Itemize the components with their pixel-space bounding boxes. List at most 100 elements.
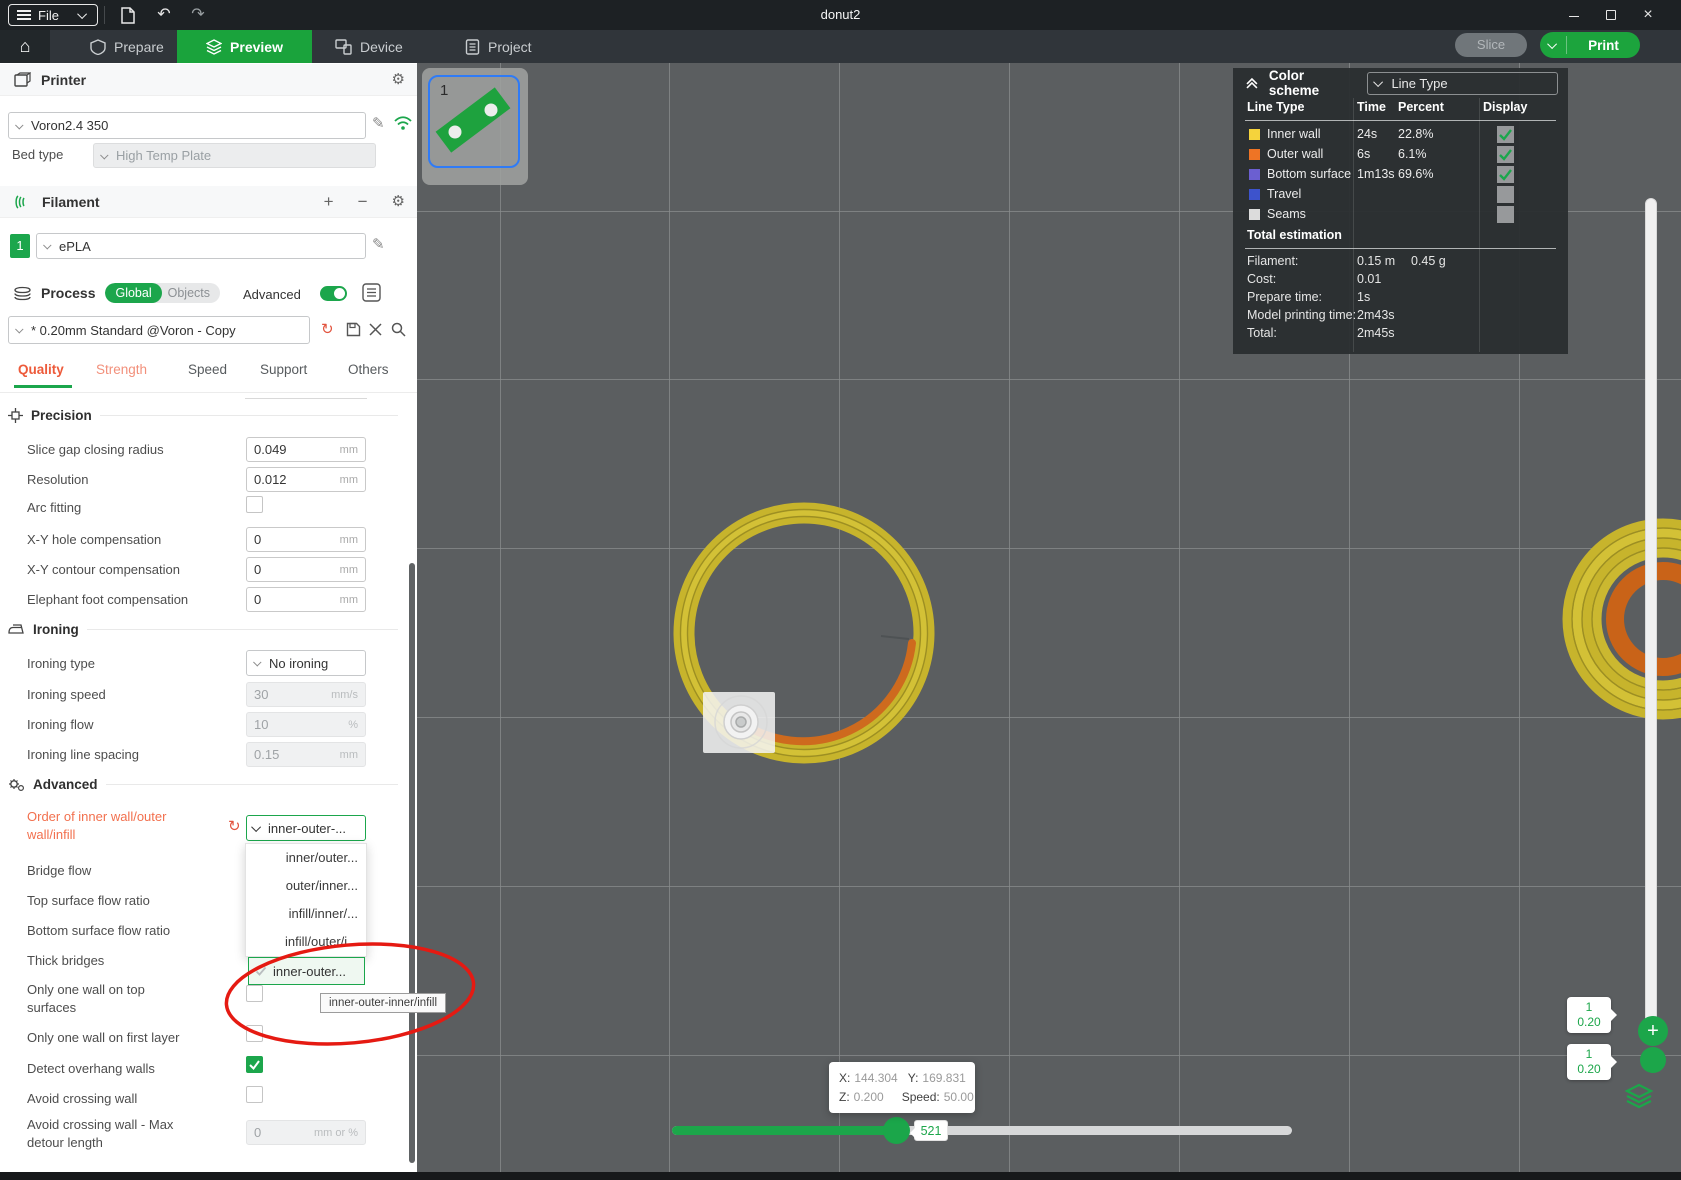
tab-preview[interactable]: Preview <box>177 30 312 63</box>
elephant-foot-compensation-input[interactable]: 0mm <box>246 587 366 612</box>
filament-edit-icon[interactable]: ✎ <box>372 237 385 253</box>
chevron-down-icon <box>1374 77 1384 87</box>
dropdown-option[interactable]: inner/outer... <box>246 844 366 872</box>
minimize-button[interactable] <box>1565 6 1583 24</box>
layer-slider-add-button[interactable]: + <box>1638 1016 1668 1046</box>
parameter-list-icon[interactable] <box>362 283 381 302</box>
tab-label: Device <box>360 39 403 55</box>
ironing-flow-input[interactable]: 10% <box>246 712 366 737</box>
detect-overhang-walls-checkbox[interactable] <box>246 1056 263 1073</box>
setting-label-modified: Order of inner wall/outer <box>27 808 166 826</box>
dropdown-option[interactable]: infill/inner/... <box>246 900 366 928</box>
color-scheme-mode-value: Line Type <box>1391 76 1447 91</box>
maximize-button[interactable] <box>1602 6 1620 24</box>
ironing-line-spacing-input[interactable]: 0.15mm <box>246 742 366 767</box>
save-preset-icon[interactable] <box>346 322 361 337</box>
ironing-type-select[interactable]: No ironing <box>246 650 366 676</box>
only-one-wall-first-layer-checkbox[interactable] <box>246 1025 263 1042</box>
slice-button[interactable]: Slice <box>1455 33 1527 57</box>
printer-connection-wifi-icon[interactable] <box>393 114 413 132</box>
xy-hole-compensation-input[interactable]: 0mm <box>246 527 366 552</box>
preset-name: * 0.20mm Standard @Voron - Copy <box>31 323 236 338</box>
filament-select[interactable]: ePLA <box>36 233 366 259</box>
table-row: Outer wall 6s 6.1% <box>1233 145 1568 165</box>
save-project-icon[interactable] <box>120 7 136 24</box>
setting-label: Ironing speed <box>27 686 106 704</box>
advanced-label: Advanced <box>243 287 301 302</box>
print-button-group[interactable]: Print <box>1540 32 1640 58</box>
window-title: donut2 <box>0 0 1681 30</box>
redo-icon[interactable]: ↷ <box>188 5 208 25</box>
print-button[interactable]: Print <box>1567 38 1640 53</box>
collapse-icon[interactable] <box>1245 76 1259 90</box>
tab-quality[interactable]: Quality <box>18 362 64 377</box>
plate-thumbnail[interactable]: 1 <box>422 68 528 185</box>
tab-speed[interactable]: Speed <box>188 362 227 377</box>
delete-preset-icon[interactable] <box>369 323 382 336</box>
wall-order-combo[interactable]: inner-outer-... <box>246 815 366 841</box>
color-scheme-mode-select[interactable]: Line Type <box>1367 72 1558 95</box>
setting-label: Ironing flow <box>27 716 93 734</box>
printer-settings-gear-icon[interactable]: ⚙ <box>392 72 405 88</box>
max-detour-length-input[interactable]: 0mm or % <box>246 1120 366 1145</box>
print-dropdown-chevron[interactable] <box>1540 36 1567 54</box>
revert-setting-icon[interactable]: ↻ <box>228 817 241 835</box>
only-one-wall-top-checkbox[interactable] <box>246 985 263 1002</box>
setting-label: Avoid crossing wall - Max <box>27 1116 173 1134</box>
filament-slot-badge: 1 <box>10 234 30 258</box>
display-checkbox-checked[interactable] <box>1497 166 1514 183</box>
dropdown-option-selected[interactable]: inner-outer... <box>248 957 365 985</box>
display-checkbox-checked[interactable] <box>1497 146 1514 163</box>
search-icon[interactable] <box>391 322 406 337</box>
scope-global[interactable]: Global <box>105 283 161 303</box>
arc-fitting-checkbox[interactable] <box>246 496 263 513</box>
reset-preset-icon[interactable]: ↻ <box>321 320 334 338</box>
display-checkbox-unchecked[interactable] <box>1497 206 1514 223</box>
line-type-swatch <box>1249 169 1260 180</box>
scope-objects[interactable]: Objects <box>162 283 220 303</box>
process-scope-toggle[interactable]: Global Objects <box>105 283 220 303</box>
process-preset-select[interactable]: * 0.20mm Standard @Voron - Copy <box>8 316 310 344</box>
setting-label: Bottom surface flow ratio <box>27 922 170 940</box>
table-row: Seams <box>1233 205 1568 225</box>
setting-label: Elephant foot compensation <box>27 591 188 609</box>
scroll-divider <box>245 398 367 399</box>
sidebar-scrollbar[interactable] <box>409 563 415 1163</box>
tab-others[interactable]: Others <box>348 362 389 377</box>
home-button[interactable]: ⌂ <box>0 30 50 63</box>
3d-viewport[interactable]: 1 Color scheme Line Type Line Type <box>417 63 1681 1172</box>
avoid-crossing-wall-checkbox[interactable] <box>246 1086 263 1103</box>
display-checkbox-unchecked[interactable] <box>1497 186 1514 203</box>
printer-edit-icon[interactable]: ✎ <box>372 116 385 132</box>
remove-filament-icon[interactable]: − <box>358 194 368 210</box>
display-checkbox-checked[interactable] <box>1497 126 1514 143</box>
advanced-toggle[interactable] <box>320 286 347 301</box>
dropdown-option[interactable]: outer/inner... <box>246 872 366 900</box>
layers-view-icon[interactable] <box>1625 1083 1653 1109</box>
tab-support[interactable]: Support <box>260 362 307 377</box>
undo-icon[interactable]: ↶ <box>154 5 174 25</box>
setting-label: X-Y contour compensation <box>27 561 180 579</box>
layer-slider-track[interactable] <box>1645 198 1657 1043</box>
plate-model-preview <box>422 68 528 185</box>
move-slider-fill <box>672 1126 896 1135</box>
file-menu-button[interactable]: File <box>8 4 98 26</box>
ironing-speed-input[interactable]: 30mm/s <box>246 682 366 707</box>
resolution-input[interactable]: 0.012mm <box>246 467 366 492</box>
tab-prepare[interactable]: Prepare <box>90 30 164 63</box>
tab-strength[interactable]: Strength <box>96 362 147 377</box>
tab-device[interactable]: Device <box>335 30 403 63</box>
filament-settings-gear-icon[interactable]: ⚙ <box>392 194 405 210</box>
layer-slider-handle[interactable] <box>1640 1047 1666 1073</box>
tab-project[interactable]: Project <box>465 30 532 63</box>
move-slider-handle[interactable] <box>883 1117 910 1144</box>
add-filament-icon[interactable]: + <box>324 194 334 210</box>
close-button[interactable]: × <box>1639 6 1657 24</box>
printer-select[interactable]: Voron2.4 350 <box>8 112 366 139</box>
chevron-down-icon <box>43 241 51 249</box>
bed-type-select[interactable]: High Temp Plate <box>93 143 376 168</box>
dropdown-option[interactable]: infill/outer/i... <box>246 928 366 956</box>
slice-gap-input[interactable]: 0.049mm <box>246 437 366 462</box>
xy-contour-compensation-input[interactable]: 0mm <box>246 557 366 582</box>
line-type-swatch <box>1249 129 1260 140</box>
